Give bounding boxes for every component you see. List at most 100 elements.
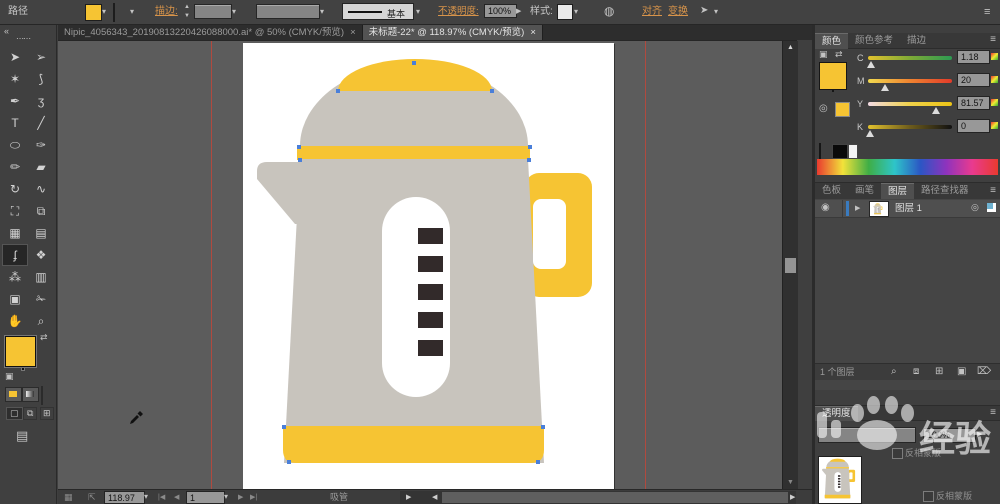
document-setup-icon[interactable]: ◍	[604, 5, 614, 17]
stroke-weight-dd-icon[interactable]: ▾	[232, 8, 236, 16]
stroke-color-swatch[interactable]	[113, 3, 115, 22]
layer-row[interactable]: ◉ ▶ 图层 1 ◎	[815, 200, 1000, 218]
layer-selected-art-chip[interactable]	[987, 203, 996, 212]
delete-layer-icon[interactable]: ⌦	[977, 367, 991, 377]
hscroll-left-icon[interactable]: ◀	[432, 494, 437, 501]
tab-pathfinder[interactable]: 路径查找器	[914, 183, 976, 198]
zoom-dd-icon[interactable]: ▾	[144, 493, 148, 501]
gradient-tool[interactable]: ▤	[28, 222, 54, 244]
width-tool[interactable]: ∿	[28, 178, 54, 200]
artboard-number-field[interactable]: 1	[186, 491, 225, 504]
column-graph-tool[interactable]: ▥	[28, 266, 54, 288]
blend-mode-dropdown[interactable]	[818, 427, 916, 443]
opacity-expand-icon[interactable]: ▶	[516, 8, 521, 15]
type-tool[interactable]: T	[2, 112, 28, 134]
tab-color-guide[interactable]: 颜色参考	[848, 33, 900, 48]
hand-tool[interactable]: ✋	[2, 310, 28, 332]
magic-wand-tool[interactable]: ✶	[2, 68, 28, 90]
eyedropper-tool[interactable]: ʄ	[2, 244, 28, 266]
scroll-up-icon[interactable]: ▲	[787, 44, 794, 51]
vertical-scrollbar[interactable]: ▲ ▼	[782, 41, 798, 490]
slider-knob[interactable]	[881, 84, 889, 91]
tab-transparency[interactable]: 透明度	[815, 406, 858, 421]
none-mode-button[interactable]	[41, 386, 43, 405]
eraser-tool[interactable]: ▰	[28, 156, 54, 178]
spectrum-chip-icon[interactable]	[991, 122, 998, 129]
brush-definition-field[interactable]: 基本	[342, 3, 414, 20]
status-export-icon[interactable]: ⇱	[88, 493, 96, 502]
brush-dd-icon[interactable]: ▾	[416, 8, 420, 16]
invert-mask-checkbox[interactable]	[892, 448, 903, 459]
layer-visibility-icon[interactable]: ◉	[821, 203, 830, 213]
slider-value-c[interactable]: 1.18	[957, 50, 990, 64]
spectrum-chip-icon[interactable]	[991, 76, 998, 83]
layer-thumbnail[interactable]	[869, 201, 889, 217]
stroke-stepper-down-icon[interactable]: ▼	[184, 13, 190, 19]
tab-close-icon[interactable]: ×	[530, 25, 536, 40]
artboard[interactable]	[243, 43, 614, 490]
panel-collapse-icon[interactable]: «	[4, 27, 9, 36]
tab-layers[interactable]: 图层	[881, 183, 914, 199]
layer-name[interactable]: 图层 1	[895, 204, 922, 214]
draw-inside-icon[interactable]: ⊞	[40, 407, 54, 420]
new-layer-icon[interactable]: ▣	[957, 367, 966, 377]
line-tool[interactable]: ╱	[28, 112, 54, 134]
kettle-neck-band[interactable]	[297, 146, 530, 160]
slider-value-m[interactable]: 20	[957, 73, 990, 87]
slider-track-c[interactable]	[868, 56, 952, 60]
last-artboard-icon[interactable]: ▶|	[250, 494, 257, 501]
next-artboard-icon[interactable]: ▶	[238, 494, 243, 501]
rotate-tool[interactable]: ↻	[2, 178, 28, 200]
transparency-thumbnail[interactable]	[818, 456, 862, 504]
slice-tool[interactable]: ✁	[28, 288, 54, 310]
transparency-opacity-field[interactable]: 100%	[923, 428, 976, 443]
tab-close-icon[interactable]: ×	[350, 25, 356, 40]
scroll-down-icon[interactable]: ▼	[787, 479, 794, 486]
fill-color-swatch[interactable]	[85, 4, 102, 21]
zoom-level-field[interactable]: 118.97	[104, 491, 145, 504]
symbol-sprayer-tool[interactable]: ⁂	[2, 266, 28, 288]
black-swatch[interactable]	[832, 144, 848, 159]
shape-builder-tool[interactable]: ⧉	[28, 200, 54, 222]
locate-object-icon[interactable]: ⌕	[891, 367, 897, 377]
status-grid-icon[interactable]: ▦	[64, 493, 73, 502]
document-tab-inactive[interactable]: Nipic_4056343_20190813220426088000.ai* @…	[58, 25, 363, 40]
panel-fill-swatch[interactable]	[819, 62, 847, 90]
registration-icon[interactable]: ◎	[819, 104, 828, 114]
hscroll-right-mini-icon[interactable]: ▶	[406, 494, 411, 501]
blend-tool[interactable]: ❖	[28, 244, 54, 266]
mini-swap-icon[interactable]: ⇄	[835, 50, 843, 59]
opacity-label[interactable]: 不透明度:	[438, 7, 479, 17]
lasso-tool[interactable]: ⟆	[28, 68, 54, 90]
fill-swatch-large[interactable]	[5, 336, 36, 367]
style-dd-icon[interactable]: ▾	[574, 8, 578, 16]
kettle-spout[interactable]	[257, 162, 303, 224]
selection-tool[interactable]: ➤	[2, 46, 28, 68]
opacity-field[interactable]: 100%	[484, 4, 517, 18]
mini-fill-stroke-icon[interactable]: ▣	[819, 50, 828, 59]
tab-brushes[interactable]: 画笔	[848, 183, 881, 198]
stroke-stepper-up-icon[interactable]: ▲	[184, 4, 190, 10]
slider-knob[interactable]	[932, 107, 940, 114]
tab-swatches[interactable]: 色板	[815, 183, 848, 198]
slider-track-k[interactable]	[868, 125, 952, 129]
screen-mode-icon[interactable]: ▤	[16, 429, 28, 442]
pencil-tool[interactable]: ✏	[2, 156, 28, 178]
draw-behind-icon[interactable]: ⧉	[23, 407, 37, 420]
style-swatch[interactable]	[557, 4, 573, 20]
first-artboard-icon[interactable]: |◀	[158, 494, 165, 501]
width-profile-dd-icon[interactable]: ▾	[320, 8, 324, 16]
white-swatch[interactable]	[848, 144, 858, 159]
swap-fill-stroke-icon[interactable]: ⇄	[40, 333, 48, 342]
draw-normal-icon[interactable]: ▢	[6, 407, 23, 420]
spectrum-chip-icon[interactable]	[991, 99, 998, 106]
color-mode-button[interactable]	[5, 387, 22, 402]
last-color-swatch[interactable]	[835, 102, 850, 117]
horizontal-scroll-thumb[interactable]	[442, 492, 788, 503]
horizontal-scrollbar[interactable]: ▶ ◀ ▶	[400, 491, 796, 504]
slider-track-m[interactable]	[868, 79, 952, 83]
zoom-tool[interactable]: ⌕	[28, 310, 54, 332]
clipping-mask-icon[interactable]: ⧈	[913, 367, 919, 377]
kettle-artwork[interactable]	[243, 43, 614, 490]
slider-track-y[interactable]	[868, 102, 952, 106]
